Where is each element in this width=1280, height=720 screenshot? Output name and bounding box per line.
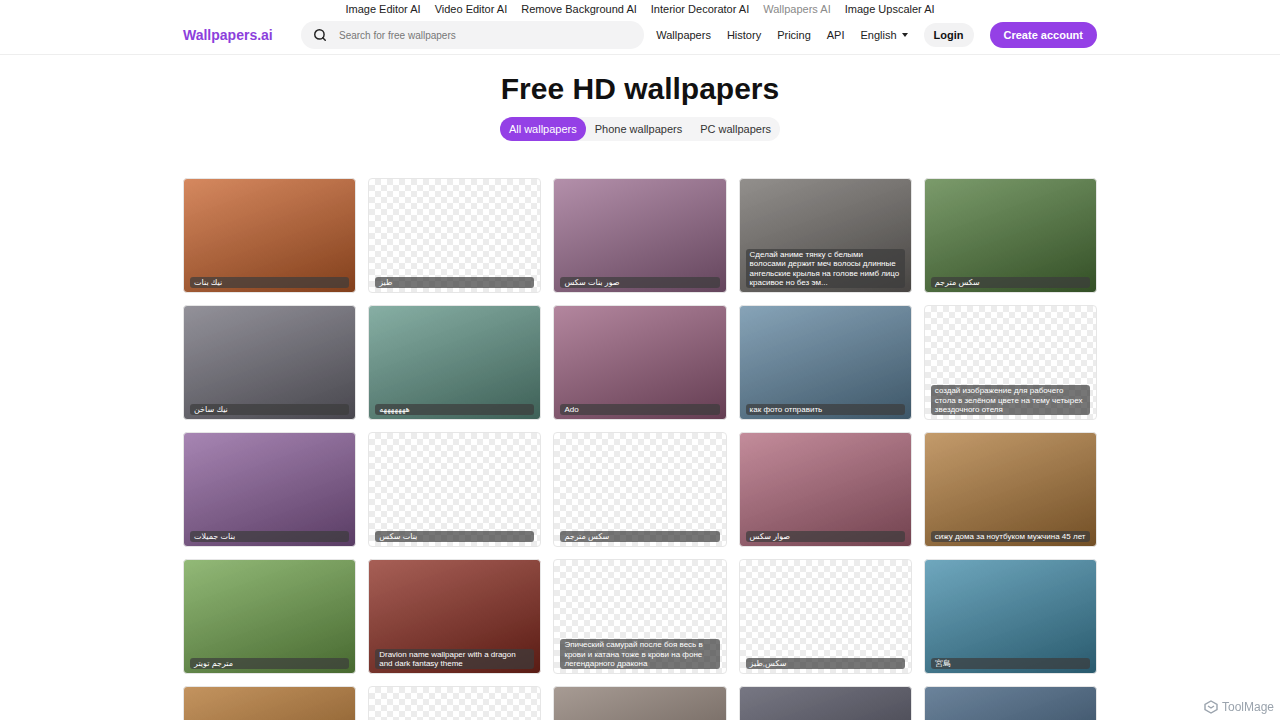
wallpaper-card[interactable]: طيز <box>368 178 541 293</box>
login-button[interactable]: Login <box>924 23 974 47</box>
wallpaper-card[interactable]: بنات سكس <box>368 432 541 547</box>
wallpaper-card[interactable]: بنات جميلات <box>183 432 356 547</box>
product-link[interactable]: Interior Decorator AI <box>651 3 749 15</box>
wallpaper-card[interactable]: Ado <box>553 305 726 420</box>
product-link[interactable]: Image Editor AI <box>345 3 420 15</box>
wallpaper-card[interactable]: سكس مترجم <box>924 178 1097 293</box>
wallpaper-caption: سكس مترجم <box>560 531 719 542</box>
wallpaper-card[interactable]: نيك بنات <box>183 178 356 293</box>
language-select[interactable]: English <box>861 29 908 41</box>
wallpaper-caption: Эпический самурай после боя весь в крови… <box>560 639 719 669</box>
wallpaper-caption: сижу дома за ноутбуком мужчина 45 лет <box>931 531 1090 542</box>
tab[interactable]: Phone wallpapers <box>586 117 691 141</box>
wallpaper-card[interactable]: صور بنات سكس <box>553 178 726 293</box>
wallpaper-card[interactable]: Эпический самурай после боя весь в крови… <box>553 559 726 674</box>
wallpaper-card[interactable]: Dravion name wallpaper with a dragon and… <box>368 559 541 674</box>
nav-link[interactable]: History <box>727 29 761 41</box>
wallpaper-caption: صور بنات سكس <box>560 277 719 288</box>
caret-icon <box>902 33 908 37</box>
product-link[interactable]: Remove Background AI <box>521 3 637 15</box>
wallpaper-caption: 宮島 <box>931 658 1090 669</box>
wallpaper-card[interactable] <box>739 686 912 720</box>
tab[interactable]: All wallpapers <box>500 117 586 141</box>
wallpaper-card[interactable]: سكس,طيز <box>739 559 912 674</box>
wallpaper-caption: نيك ساخن <box>190 404 349 415</box>
wallpaper-caption: Сделай аниме тянку с белыми волосами дер… <box>746 249 905 288</box>
logo[interactable]: Wallpapers.ai <box>183 27 289 43</box>
wallpaper-card[interactable]: صوار سكس <box>739 432 912 547</box>
wallpaper-caption: Dravion name wallpaper with a dragon and… <box>375 649 534 669</box>
nav-link[interactable]: API <box>827 29 845 41</box>
wallpaper-card[interactable]: как фото отправить <box>739 305 912 420</box>
wallpaper-card[interactable]: создай изображение для рабочего стола в … <box>924 305 1097 420</box>
wallpaper-card[interactable]: 宮島 <box>924 559 1097 674</box>
page-title: Free HD wallpapers <box>183 71 1097 107</box>
wallpaper-caption: مترجم تويتر <box>190 658 349 669</box>
wallpaper-card[interactable] <box>183 686 356 720</box>
product-link[interactable]: Video Editor AI <box>435 3 508 15</box>
wallpaper-card[interactable]: هههههههه <box>368 305 541 420</box>
wallpaper-caption: طيز <box>375 277 534 288</box>
search-field[interactable] <box>301 21 644 49</box>
create-account-button[interactable]: Create account <box>990 22 1097 48</box>
wallpaper-caption: بنات جميلات <box>190 531 349 542</box>
nav: Wallpapers History Pricing API English Login C… <box>656 22 1097 48</box>
wallpaper-caption: Ado <box>560 404 719 415</box>
wallpaper-card[interactable]: Сделай аниме тянку с белыми волосами дер… <box>739 178 912 293</box>
main: Free HD wallpapers All wallpapersPhone wa… <box>183 55 1097 720</box>
header: Wallpapers.ai Wallpapers History Pricing API… <box>0 16 1280 55</box>
wallpaper-caption: بنات سكس <box>375 531 534 542</box>
product-link[interactable]: Image Upscaler AI <box>845 3 935 15</box>
wallpaper-caption: создай изображение для рабочего стола в … <box>931 385 1090 415</box>
wallpaper-grid: نيك بنات طيز صور بنات سكس Сделай аниме тянк… <box>183 178 1097 720</box>
toolmage-logo-icon <box>1204 700 1218 714</box>
tab[interactable]: PC wallpapers <box>691 117 780 141</box>
search-icon <box>313 28 327 42</box>
wallpaper-caption: как фото отправить <box>746 404 905 415</box>
wallpaper-card[interactable] <box>924 686 1097 720</box>
wallpaper-caption: سكس,طيز <box>746 658 905 669</box>
wallpaper-caption: هههههههه <box>375 404 534 415</box>
wallpaper-caption: صوار سكس <box>746 531 905 542</box>
nav-link[interactable]: Wallpapers <box>656 29 711 41</box>
wallpaper-caption: نيك بنات <box>190 277 349 288</box>
wallpaper-card[interactable]: سكس مترجم <box>553 432 726 547</box>
wallpaper-card[interactable] <box>553 686 726 720</box>
wallpaper-card[interactable]: نيك ساخن <box>183 305 356 420</box>
wallpaper-card[interactable]: сижу дома за ноутбуком мужчина 45 лет <box>924 432 1097 547</box>
search-input[interactable] <box>337 29 632 42</box>
nav-link[interactable]: Pricing <box>777 29 811 41</box>
wallpaper-card[interactable] <box>368 686 541 720</box>
wallpaper-card[interactable]: مترجم تويتر <box>183 559 356 674</box>
wallpaper-caption: سكس مترجم <box>931 277 1090 288</box>
product-link[interactable]: Wallpapers AI <box>763 3 830 15</box>
tab-group: All wallpapersPhone wallpapersPC wallpap… <box>500 117 780 141</box>
product-bar: Image Editor AI Video Editor AI Remove Bac… <box>0 0 1280 16</box>
watermark: ToolMage <box>1204 700 1274 714</box>
